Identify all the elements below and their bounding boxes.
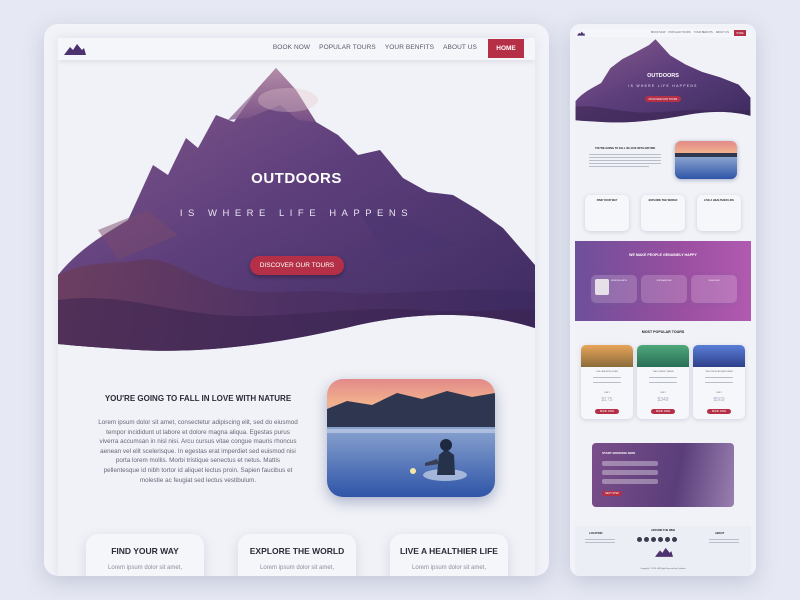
preview-tour-card[interactable]: THE SNOW ADVENTURER ONLY $569 BOOK NOW	[693, 345, 745, 419]
preview-tour-price: $349	[657, 397, 669, 403]
preview-social-icons	[637, 537, 677, 542]
preview-tour-name: THE FOREST HIKER	[652, 371, 674, 373]
preview-hero-title: OUTDOORS	[647, 73, 679, 79]
feature-desc: Lorem ipsum dolor sit amet,	[107, 565, 183, 571]
preview-booking-input[interactable]	[602, 461, 658, 466]
preview-footer-location: LOCATION	[589, 532, 603, 535]
social-icon[interactable]	[672, 537, 677, 542]
preview-tour-name: THE SEA EXPLORER	[596, 371, 618, 373]
preview-copyright: Copyright © 2018 - All Right Reserved by…	[640, 568, 686, 570]
home-button[interactable]: HOME	[488, 39, 524, 58]
social-icon[interactable]	[658, 537, 663, 542]
preview-hero-image	[575, 39, 751, 123]
preview-feature-card[interactable]: LIVE A HEALTHIER LIFE	[697, 195, 741, 231]
preview-testimonial-name: SOPHIA ROSE	[656, 280, 672, 282]
preview-footer-about: ABOUT	[715, 532, 725, 535]
preview-nav-link[interactable]: YOUR BENFITS	[694, 31, 713, 34]
preview-tours-title: MOST POPULAR TOURS	[641, 330, 685, 334]
preview-intro-title: YOU'RE GOING TO FALL IN LOVE WITH NATURE	[594, 147, 656, 150]
feature-title: FIND YOUR WAY	[111, 546, 179, 556]
preview-tour-card[interactable]: THE SEA EXPLORER ONLY $175 BOOK NOW	[581, 345, 633, 419]
preview-nav-link[interactable]: ABOUT US	[716, 31, 729, 34]
preview-book-now-button[interactable]: BOOK NOW	[595, 409, 619, 414]
preview-next-step-button[interactable]: NEXT STEP	[602, 491, 622, 496]
full-page-preview: BOOK NOW POPULAR TOURS YOUR BENFITS ABOU…	[570, 24, 756, 576]
social-icon[interactable]	[637, 537, 642, 542]
preview-tour-name: THE SNOW ADVENTURER	[705, 371, 733, 373]
mountain-logo-icon[interactable]	[64, 43, 86, 55]
preview-home-button[interactable]: HOME	[734, 30, 746, 36]
preview-booking-title: START BOOKING NOW	[602, 451, 636, 455]
nav-about-us[interactable]: ABOUT US	[443, 44, 477, 51]
preview-navbar: BOOK NOW POPULAR TOURS YOUR BENFITS ABOU…	[575, 29, 751, 37]
hero-subtitle: IS WHERE LIFE HAPPENS	[179, 208, 414, 219]
nav-popular-tours[interactable]: POPULAR TOURS	[319, 44, 376, 51]
preview-tour-price-label: ONLY	[716, 392, 722, 394]
top-navbar: BOOK NOW POPULAR TOURS YOUR BENFITS ABOU…	[58, 38, 535, 60]
feature-card[interactable]: FIND YOUR WAY Lorem ipsum dolor sit amet…	[86, 534, 204, 576]
feature-desc: Lorem ipsum dolor sit amet,	[259, 565, 335, 571]
preview-testimonial-card: SOPHIA ROSE	[641, 275, 687, 303]
preview-booking-section: START BOOKING NOW NEXT STEP	[592, 443, 734, 507]
feature-card[interactable]: EXPLORE THE WORLD Lorem ipsum dolor sit …	[238, 534, 356, 576]
preview-book-now-button[interactable]: BOOK NOW	[707, 409, 731, 414]
preview-testimonial-name: MONICA SMITH	[611, 280, 628, 282]
discover-tours-button[interactable]: DISCOVER OUR TOURS	[250, 256, 344, 275]
mountain-logo-icon	[655, 547, 673, 557]
nav-links: BOOK NOW POPULAR TOURS YOUR BENFITS ABOU…	[273, 44, 477, 51]
feature-desc: Lorem ipsum dolor sit amet,	[411, 565, 487, 571]
feature-card[interactable]: LIVE A HEALTHIER LIFE Lorem ipsum dolor …	[390, 534, 508, 576]
mountain-logo-icon[interactable]	[577, 31, 585, 36]
preview-page: BOOK NOW POPULAR TOURS YOUR BENFITS ABOU…	[575, 29, 751, 576]
preview-testimonial-title: WE MAKE PEOPLE GENUINELY HAPPY	[629, 253, 697, 257]
preview-nav-link[interactable]: BOOK NOW	[651, 31, 666, 34]
preview-testimonial-name: JOHN DOE	[708, 280, 720, 282]
preview-nav-link[interactable]: POPULAR TOURS	[669, 31, 691, 34]
preview-hero-subtitle: IS WHERE LIFE HAPPENS	[628, 84, 698, 88]
preview-tour-price: $569	[713, 397, 725, 403]
preview-tour-card[interactable]: THE FOREST HIKER ONLY $349 BOOK NOW	[637, 345, 689, 419]
preview-feature-card[interactable]: EXPLORE THE WORLD	[641, 195, 685, 231]
preview-testimonial-card: MONICA SMITH	[591, 275, 637, 303]
feature-title: LIVE A HEALTHIER LIFE	[400, 546, 498, 556]
nav-your-benefits[interactable]: YOUR BENFITS	[385, 44, 434, 51]
preview-testimonial-card: JOHN DOE	[691, 275, 737, 303]
hero-title: OUTDOORS	[251, 170, 342, 187]
social-icon[interactable]	[644, 537, 649, 542]
preview-feature-title: EXPLORE THE WORLD	[648, 199, 678, 202]
nav-book-now[interactable]: BOOK NOW	[273, 44, 310, 51]
preview-book-now-button[interactable]: BOOK NOW	[651, 409, 675, 414]
preview-tour-price-label: ONLY	[604, 392, 610, 394]
preview-feature-title: FIND YOUR WAY	[596, 199, 618, 202]
preview-booking-input[interactable]	[602, 479, 658, 484]
social-icon[interactable]	[651, 537, 656, 542]
preview-lake-photo	[675, 141, 737, 179]
preview-footer-around: AROUND THE WEB	[650, 529, 676, 532]
preview-discover-button[interactable]: DISCOVER OUR TOURS	[645, 96, 681, 102]
lake-photo	[327, 379, 495, 497]
preview-booking-input[interactable]	[602, 470, 658, 475]
preview-tour-price: $175	[601, 397, 613, 403]
social-icon[interactable]	[665, 537, 670, 542]
preview-footer: LOCATION AROUND THE WEB ABOUT Copyright …	[575, 526, 751, 576]
preview-feature-title: LIVE A HEALTHIER LIFE	[704, 199, 734, 202]
preview-feature-card[interactable]: FIND YOUR WAY	[585, 195, 629, 231]
preview-tour-price-label: ONLY	[660, 392, 666, 394]
preview-nav-links: BOOK NOW POPULAR TOURS YOUR BENFITS ABOU…	[651, 31, 729, 34]
page: BOOK NOW POPULAR TOURS YOUR BENFITS ABOU…	[58, 38, 535, 576]
intro-body: Lorem ipsum dolor sit amet, consectetur …	[98, 419, 298, 484]
desktop-mockup: BOOK NOW POPULAR TOURS YOUR BENFITS ABOU…	[44, 24, 549, 576]
feature-title: EXPLORE THE WORLD	[249, 546, 345, 556]
intro-title: YOU'RE GOING TO FALL IN LOVE WITH NATURE	[104, 394, 292, 403]
